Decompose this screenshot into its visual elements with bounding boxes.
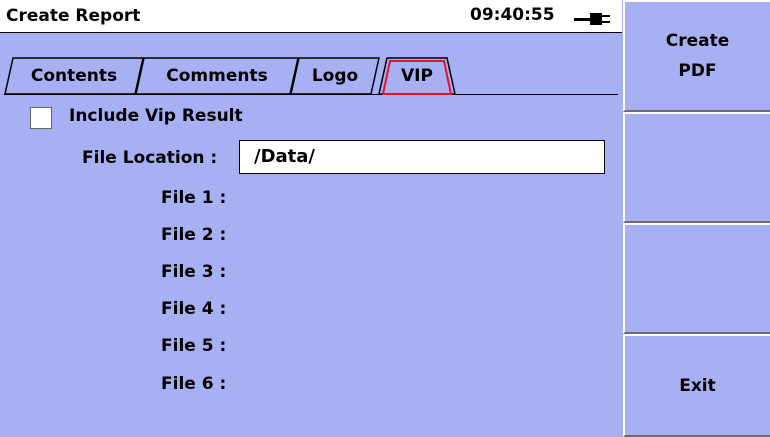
title-bar: Create Report 09:40:55: [0, 0, 622, 33]
tab-contents-label: Contents: [30, 66, 118, 86]
file-1-label: File 1 :: [161, 188, 227, 208]
tab-bar: Contents Comments Logo VIP: [0, 33, 622, 95]
exit-label: Exit: [679, 375, 716, 396]
plug-icon: [574, 13, 610, 25]
softkey-panel: Create PDF Exit: [623, 0, 770, 437]
clock: 09:40:55: [470, 5, 555, 25]
exit-button[interactable]: Exit: [623, 334, 770, 437]
tab-contents[interactable]: Contents: [4, 57, 144, 95]
file-location-label: File Location :: [82, 148, 218, 168]
include-vip-label: Include Vip Result: [69, 106, 243, 126]
tab-vip[interactable]: VIP: [378, 57, 456, 95]
softkey-blank-1[interactable]: [623, 112, 770, 223]
page-title: Create Report: [6, 6, 141, 26]
tab-vip-label: VIP: [401, 66, 433, 86]
file-3-label: File 3 :: [161, 262, 227, 282]
file-location-field[interactable]: /Data/: [239, 140, 605, 174]
file-6-label: File 6 :: [161, 374, 227, 394]
create-pdf-button[interactable]: Create PDF: [623, 0, 770, 112]
tab-comments-label: Comments: [166, 66, 268, 86]
file-5-label: File 5 :: [161, 336, 227, 356]
include-vip-checkbox[interactable]: [30, 107, 52, 129]
create-pdf-label-line1: Create: [665, 31, 730, 51]
file-4-label: File 4 :: [161, 299, 227, 319]
softkey-blank-2[interactable]: [623, 223, 770, 334]
tab-logo[interactable]: Logo: [290, 57, 380, 95]
tab-logo-label: Logo: [311, 66, 359, 86]
tab-comments[interactable]: Comments: [135, 57, 299, 95]
create-pdf-label-line2: PDF: [678, 61, 717, 81]
file-2-label: File 2 :: [161, 225, 227, 245]
